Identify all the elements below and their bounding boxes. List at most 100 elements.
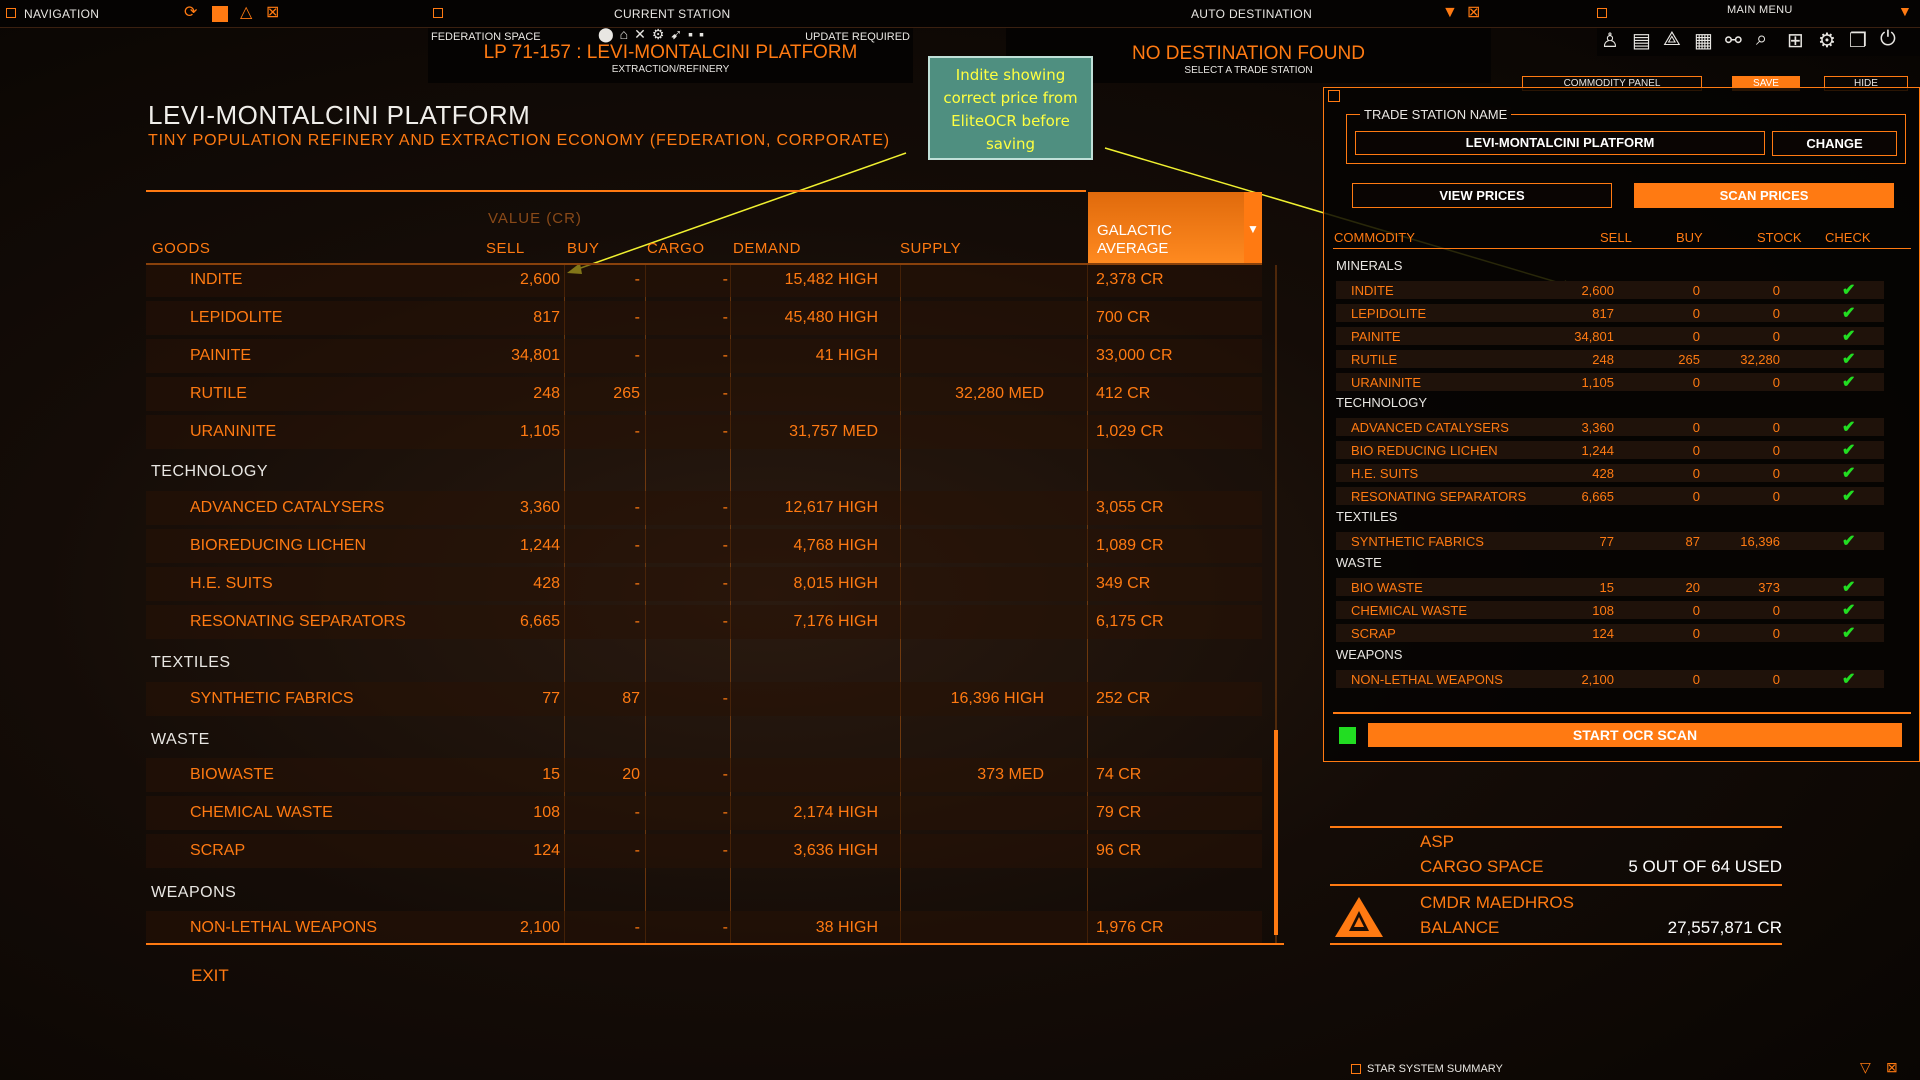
balance-rule	[1330, 943, 1782, 945]
ocr-row[interactable]: INDITE 2,600 0 0 ✔	[1336, 281, 1884, 299]
cell-avg: 1,089 CR	[1096, 537, 1164, 554]
ship-rule	[1330, 826, 1782, 828]
supply-column-header[interactable]: SUPPLY	[900, 240, 961, 257]
ocr-cell-sell: 34,801	[1574, 329, 1614, 344]
check-icon[interactable]: ✔	[1842, 531, 1855, 551]
cell-sell: 1,244	[519, 537, 560, 554]
ocr-row[interactable]: CHEMICAL WASTE 108 0 0 ✔	[1336, 601, 1884, 619]
change-button[interactable]: CHANGE	[1772, 131, 1897, 156]
cell-avg: 74 CR	[1096, 766, 1142, 783]
ocr-row[interactable]: SCRAP 124 0 0 ✔	[1336, 624, 1884, 642]
ocr-cell-buy: 0	[1692, 283, 1700, 298]
check-icon[interactable]: ✔	[1842, 280, 1855, 300]
check-icon[interactable]: ✔	[1842, 486, 1855, 506]
demand-column-header[interactable]: DEMAND	[733, 240, 801, 257]
check-icon[interactable]: ✔	[1842, 326, 1855, 346]
table-row[interactable]: INDITE 2,600 - - 15,482 HIGH 2,378 CR	[146, 263, 1262, 297]
table-row[interactable]: BIOWASTE 15 20 - 373 MED 74 CR	[146, 758, 1262, 792]
cell-sell: 3,360	[519, 499, 560, 516]
sort-dropdown[interactable]: ▼	[1244, 192, 1262, 264]
check-icon[interactable]: ✔	[1842, 669, 1855, 689]
ocr-cell-sell: 6,665	[1581, 489, 1614, 504]
ocr-row[interactable]: BIO WASTE 15 20 373 ✔	[1336, 578, 1884, 596]
ocr-cell-buy: 0	[1692, 603, 1700, 618]
start-ocr-scan-button[interactable]: START OCR SCAN	[1368, 723, 1902, 747]
cell-name: PAINITE	[190, 347, 252, 364]
ocr-row[interactable]: PAINITE 34,801 0 0 ✔	[1336, 327, 1884, 345]
balance-value: 27,557,871 CR	[1667, 918, 1782, 937]
cell-name: ADVANCED CATALYSERS	[190, 499, 385, 516]
cell-sell: 34,801	[511, 347, 560, 364]
table-row[interactable]: PAINITE 34,801 - - 41 HIGH 33,000 CR	[146, 339, 1262, 373]
ocr-category-technology: TECHNOLOGY	[1336, 395, 1428, 410]
table-row[interactable]: ADVANCED CATALYSERS 3,360 - - 12,617 HIGH 3,0…	[146, 491, 1262, 525]
table-row[interactable]: RESONATING SEPARATORS 6,665 - - 7,176 HIGH 6,…	[146, 605, 1262, 639]
cell-cargo: -	[722, 804, 728, 821]
ocr-row[interactable]: BIO REDUCING LICHEN 1,244 0 0 ✔	[1336, 441, 1884, 459]
summary-close-icon[interactable]: ⊠	[1886, 1058, 1898, 1076]
table-row[interactable]: CHEMICAL WASTE 108 - - 2,174 HIGH 79 CR	[146, 796, 1262, 830]
ocr-cell-buy: 0	[1692, 443, 1700, 458]
sell-column-header[interactable]: SELL	[486, 240, 525, 257]
cell-demand: 12,617 HIGH	[784, 499, 878, 516]
galactic-average-header[interactable]: GALACTIC AVERAGE	[1088, 192, 1244, 264]
check-icon[interactable]: ✔	[1842, 372, 1855, 392]
table-row[interactable]: BIOREDUCING LICHEN 1,244 - - 4,768 HIGH 1,089…	[146, 529, 1262, 563]
check-icon[interactable]: ✔	[1842, 440, 1855, 460]
table-row[interactable]: SCRAP 124 - - 3,636 HIGH 96 CR	[146, 834, 1262, 868]
table-row[interactable]: RUTILE 248 265 - 32,280 MED 412 CR	[146, 377, 1262, 411]
cell-supply: 32,280 MED	[955, 385, 1044, 402]
ocr-category-waste: WASTE	[1336, 555, 1382, 570]
exit-button[interactable]: EXIT	[191, 966, 229, 986]
ocr-cell-sell: 77	[1599, 534, 1614, 549]
ocr-buy-header: BUY	[1676, 230, 1703, 245]
ocr-cell-name: SCRAP	[1351, 626, 1396, 641]
table-row[interactable]: LEPIDOLITE 817 - - 45,480 HIGH 700 CR	[146, 301, 1262, 335]
ocr-cell-buy: 20	[1685, 580, 1700, 595]
ocr-stock-header: STOCK	[1757, 230, 1802, 245]
check-icon[interactable]: ✔	[1842, 600, 1855, 620]
summary-dropdown-icon[interactable]: ▽	[1860, 1058, 1871, 1076]
check-icon[interactable]: ✔	[1842, 577, 1855, 597]
table-row[interactable]: SYNTHETIC FABRICS 77 87 - 16,396 HIGH 252 CR	[146, 682, 1262, 716]
table-row[interactable]: NON-LETHAL WEAPONS 2,100 - - 38 HIGH 1,976 CR	[146, 911, 1262, 945]
table-row[interactable]: URANINITE 1,105 - - 31,757 MED 1,029 CR	[146, 415, 1262, 449]
scan-prices-button[interactable]: SCAN PRICES	[1634, 183, 1894, 208]
star-system-summary[interactable]: STAR SYSTEM SUMMARY	[1367, 1063, 1503, 1075]
check-icon[interactable]: ✔	[1842, 623, 1855, 643]
table-row[interactable]: H.E. SUITS 428 - - 8,015 HIGH 349 CR	[146, 567, 1262, 601]
buy-column-header[interactable]: BUY	[567, 240, 599, 257]
cell-avg: 3,055 CR	[1096, 499, 1164, 516]
cell-name: BIOREDUCING LICHEN	[190, 537, 367, 554]
ocr-row[interactable]: H.E. SUITS 428 0 0 ✔	[1336, 464, 1884, 482]
ocr-row[interactable]: RESONATING SEPARATORS 6,665 0 0 ✔	[1336, 487, 1884, 505]
view-prices-button[interactable]: VIEW PRICES	[1352, 183, 1612, 208]
ocr-cell-name: ADVANCED CATALYSERS	[1351, 420, 1509, 435]
ocr-cell-buy: 0	[1692, 420, 1700, 435]
cell-cargo: -	[722, 575, 728, 592]
cell-sell: 124	[533, 842, 560, 859]
cell-name: SYNTHETIC FABRICS	[190, 690, 354, 707]
cargo-column-header[interactable]: CARGO	[647, 240, 705, 257]
cell-demand: 8,015 HIGH	[793, 575, 878, 592]
cell-cargo: -	[722, 271, 728, 288]
ocr-cell-buy: 0	[1692, 375, 1700, 390]
cell-supply: 373 MED	[977, 766, 1044, 783]
balance-label: BALANCE	[1420, 918, 1500, 937]
cell-cargo: -	[722, 537, 728, 554]
check-icon[interactable]: ✔	[1842, 349, 1855, 369]
ocr-row[interactable]: NON-LETHAL WEAPONS 2,100 0 0 ✔	[1336, 670, 1884, 688]
ocr-row[interactable]: RUTILE 248 265 32,280 ✔	[1336, 350, 1884, 368]
ocr-row[interactable]: URANINITE 1,105 0 0 ✔	[1336, 373, 1884, 391]
check-icon[interactable]: ✔	[1842, 417, 1855, 437]
cell-sell: 2,600	[519, 271, 560, 288]
ocr-row[interactable]: SYNTHETIC FABRICS 77 87 16,396 ✔	[1336, 532, 1884, 550]
scrollbar-thumb[interactable]	[1274, 730, 1278, 935]
check-icon[interactable]: ✔	[1842, 303, 1855, 323]
trade-station-input[interactable]: LEVI-MONTALCINI PLATFORM	[1355, 131, 1765, 155]
check-icon[interactable]: ✔	[1842, 463, 1855, 483]
ocr-row[interactable]: ADVANCED CATALYSERS 3,360 0 0 ✔	[1336, 418, 1884, 436]
ocr-row[interactable]: LEPIDOLITE 817 0 0 ✔	[1336, 304, 1884, 322]
ocr-cell-sell: 15	[1599, 580, 1614, 595]
goods-column-header[interactable]: GOODS	[152, 240, 210, 257]
